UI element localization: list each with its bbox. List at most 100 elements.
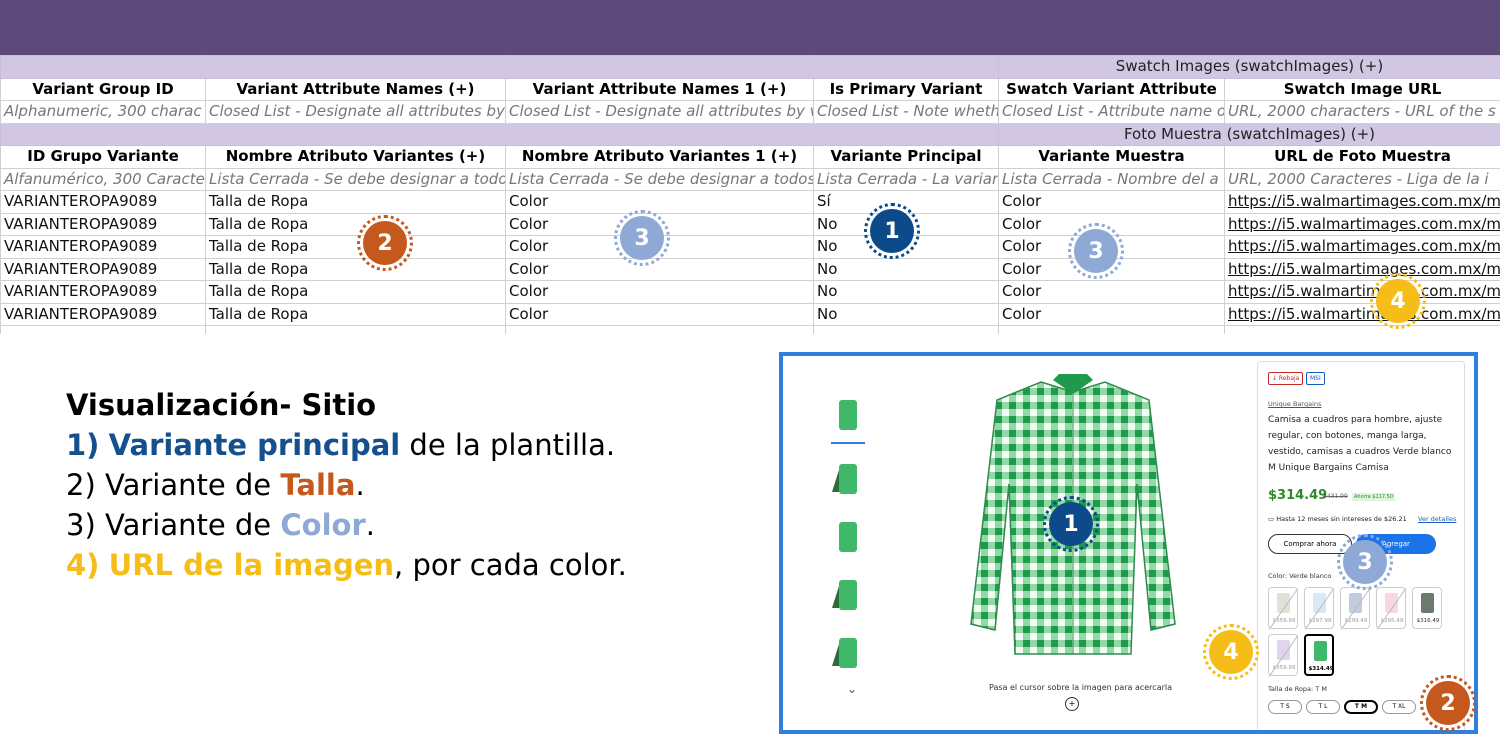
color-swatch[interactable]: $299.49 [1340,587,1370,629]
description-cell[interactable]: URL, 2000 characters - URL of the s [1224,100,1500,124]
image-url-link[interactable]: https://i5.walmartimages.com.mx/mg [1224,212,1500,236]
chevron-down-icon[interactable]: ⌄ [847,682,857,696]
size-option-selected[interactable]: T M [1344,700,1378,714]
shirt-swatch-icon [1421,593,1434,613]
badge-size-variant: 2 [1420,675,1476,731]
image-url-link[interactable]: https://i5.walmartimages.com.mx/mg [1224,302,1500,326]
table-cell[interactable]: Color [505,257,814,281]
description-cell[interactable]: Alphanumeric, 300 charac [0,100,206,124]
color-swatch[interactable]: $295.49 [1376,587,1406,629]
zoom-icon[interactable]: + [1065,697,1079,711]
table-cell[interactable]: Color [998,190,1225,214]
header-row-es: ID Grupo Variante Nombre Atributo Varian… [0,145,1500,169]
description-cell[interactable]: Closed List - Designate all attributes b… [505,100,814,124]
legend: Visualización- Sitio 1) Variante princip… [66,385,627,585]
thumbnail-selected[interactable] [831,396,865,444]
legend-item-image-url: 4) URL de la imagen, por cada color. [66,548,627,582]
table-cell[interactable]: Talla de Ropa [205,212,506,236]
description-row-es: Alfanumérico, 300 Caracte Lista Cerrada … [0,167,1500,191]
table-row: VARIANTEROPA9089 Talla de Ropa Color No … [0,302,1500,326]
legend-title: Visualización- Sitio [66,388,377,422]
template-sheet: Swatch Images (swatchImages) (+) Variant… [0,55,1500,334]
description-cell[interactable]: Lista Cerrada - Se debe designar a todo [205,167,506,191]
brand-link[interactable]: Unique Bargains [1268,400,1321,408]
shirt-thumbnail-icon [839,464,857,494]
size-option[interactable]: T S [1268,700,1302,714]
header-cell[interactable]: Swatch Image URL [1224,77,1500,101]
color-swatch-selected[interactable]: $314.49 [1304,634,1334,676]
product-price: $314.49 [1268,488,1328,503]
table-cell[interactable]: Color [998,302,1225,326]
table-cell[interactable]: Talla de Ropa [205,257,506,281]
thumbnail[interactable] [831,460,865,502]
description-cell[interactable]: URL, 2000 Caracteres - Liga de la i [1224,167,1500,191]
table-cell[interactable]: Talla de Ropa [205,235,506,259]
table-cell[interactable]: No [813,257,999,281]
table-cell[interactable]: Color [505,302,814,326]
description-cell[interactable]: Closed List - Note wheth [813,100,999,124]
shirt-swatch-icon [1314,641,1327,661]
description-cell[interactable]: Alfanumérico, 300 Caracte [0,167,206,191]
badge-image-url: 4 [1203,624,1259,680]
size-option[interactable]: T XL [1382,700,1416,714]
table-row: VARIANTEROPA9089 Talla de Ropa Color No … [0,212,1500,236]
shirt-swatch-icon [1277,640,1290,660]
color-swatch[interactable]: $359.99 [1268,587,1298,629]
color-swatch[interactable]: $316.49 [1412,587,1442,629]
size-label: Talla de Ropa: T M [1268,685,1327,693]
header-cell[interactable]: Swatch Variant Attribute [998,77,1225,101]
table-row: VARIANTEROPA9089 Talla de Ropa Color Sí … [0,190,1500,214]
header-cell[interactable]: Variant Attribute Names (+) [205,77,506,101]
table-cell[interactable]: Talla de Ropa [205,302,506,326]
shirt-thumbnail-icon [839,400,857,430]
badge-image-url: 4 [1370,273,1426,329]
image-url-link[interactable]: https://i5.walmartimages.com.mx/mg [1224,280,1500,304]
card-icon: ▭ [1268,515,1277,523]
image-url-link[interactable]: https://i5.walmartimages.com.mx/mg [1224,257,1500,281]
header-cell[interactable]: Variante Muestra [998,145,1225,169]
size-option[interactable]: T L [1306,700,1340,714]
header-cell[interactable]: Nombre Atributo Variantes (+) [205,145,506,169]
table-cell[interactable]: VARIANTEROPA9089 [0,190,206,214]
description-cell[interactable]: Lista Cerrada - Nombre del a [998,167,1225,191]
table-cell[interactable]: Color [505,190,814,214]
shirt-swatch-icon [1349,593,1362,613]
image-url-link[interactable]: https://i5.walmartimages.com.mx/mg [1224,190,1500,214]
color-swatch[interactable]: $297.99 [1304,587,1334,629]
table-cell[interactable]: Talla de Ropa [205,280,506,304]
header-cell[interactable]: Variant Group ID [0,77,206,101]
header-cell[interactable]: ID Grupo Variante [0,145,206,169]
thumbnail[interactable] [831,518,865,560]
table-cell[interactable]: No [813,302,999,326]
header-cell[interactable]: Variante Principal [813,145,999,169]
description-cell[interactable]: Lista Cerrada - Se debe designar a todos [505,167,814,191]
header-cell[interactable]: Is Primary Variant [813,77,999,101]
table-cell[interactable]: VARIANTEROPA9089 [0,257,206,281]
savings-badge: Ahorra $117.50 [1352,493,1396,501]
table-cell[interactable]: VARIANTEROPA9089 [0,212,206,236]
description-cell[interactable]: Lista Cerrada - La varian [813,167,999,191]
table-cell[interactable]: Color [505,280,814,304]
table-row: VARIANTEROPA9089 Talla de Ropa Color No … [0,235,1500,259]
color-swatch[interactable]: $359.99 [1268,634,1298,676]
badge-color-variant: 3 [614,210,670,266]
table-cell[interactable]: VARIANTEROPA9089 [0,280,206,304]
image-url-link[interactable]: https://i5.walmartimages.com.mx/mg [1224,235,1500,259]
legend-item-primary: 1) Variante principal de la plantilla. [66,428,616,462]
table-cell[interactable]: VARIANTEROPA9089 [0,235,206,259]
header-cell[interactable]: Nombre Atributo Variantes 1 (+) [505,145,814,169]
table-cell[interactable]: Color [998,280,1225,304]
thumbnail[interactable] [831,634,865,676]
zoom-hint: Pasa el cursor sobre la imagen para acer… [989,683,1173,692]
table-cell[interactable]: No [813,280,999,304]
table-cell[interactable]: Talla de Ropa [205,190,506,214]
header-cell[interactable]: Variant Attribute Names 1 (+) [505,77,814,101]
header-cell[interactable]: URL de Foto Muestra [1224,145,1500,169]
table-cell[interactable]: VARIANTEROPA9089 [0,302,206,326]
description-cell[interactable]: Closed List - Attribute name o [998,100,1225,124]
color-label: Color: Verde blanco [1268,572,1332,580]
thumbnail[interactable] [831,576,865,618]
description-cell[interactable]: Closed List - Designate all attributes b… [205,100,506,124]
badge-size-variant: 2 [357,215,413,271]
details-link[interactable]: Ver detalles [1418,515,1456,523]
